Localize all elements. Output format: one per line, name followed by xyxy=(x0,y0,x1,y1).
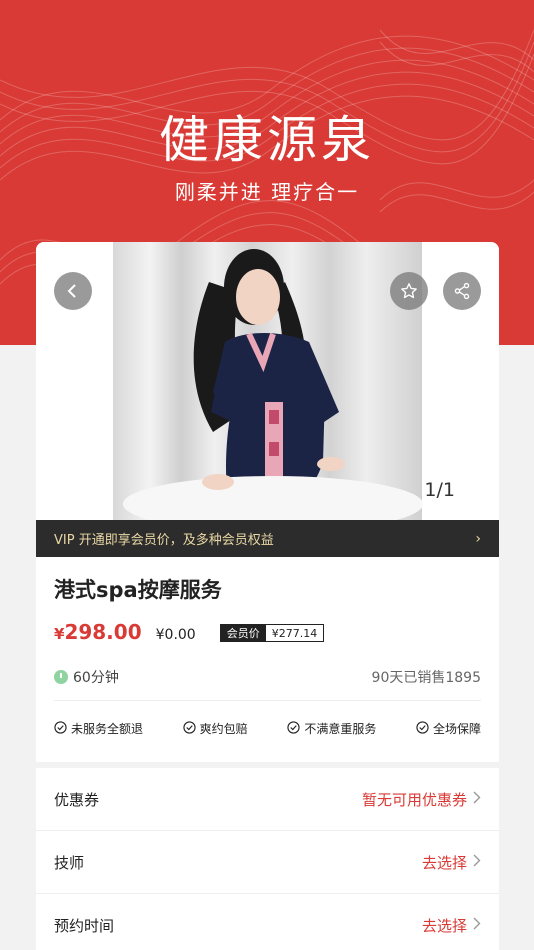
duration-text: 60分钟 xyxy=(73,670,119,686)
original-price: ¥0.00 xyxy=(155,627,196,643)
share-button[interactable] xyxy=(443,272,481,310)
clock-icon xyxy=(54,670,68,684)
check-circle-icon xyxy=(183,720,200,737)
vip-text: VIP 开通即享会员价，及多种会员权益 xyxy=(54,533,274,548)
product-card: 1/1 VIP 开通即享会员价，及多种会员权益 › 港式spa按摩服务 ¥298… xyxy=(36,242,499,950)
therapist-illustration xyxy=(123,249,422,520)
guarantee-label: 全场保障 xyxy=(432,722,481,736)
appointment-time-value: 去选择 xyxy=(422,915,481,936)
member-price-label: 会员价 xyxy=(220,625,266,641)
vip-banner[interactable]: VIP 开通即享会员价，及多种会员权益 › xyxy=(36,520,499,557)
chevron-left-icon xyxy=(65,283,81,299)
product-gallery[interactable]: 1/1 xyxy=(36,242,499,520)
guarantee-item: 全场保障 xyxy=(416,720,481,737)
star-icon xyxy=(400,282,418,300)
guarantee-list: 未服务全额退 爽约包赔 不满意重服务 全场保障 xyxy=(54,720,481,737)
coupon-label: 优惠券 xyxy=(54,790,100,809)
technician-value: 去选择 xyxy=(422,852,481,873)
coupon-value-text: 暂无可用优惠券 xyxy=(361,790,467,809)
coupon-row[interactable]: 优惠券 暂无可用优惠券 xyxy=(36,768,499,830)
sale-price: ¥298.00 xyxy=(54,620,142,644)
hero-title: 健康源泉 xyxy=(159,111,375,169)
divider xyxy=(54,700,481,701)
check-circle-icon xyxy=(416,720,433,737)
technician-value-text: 去选择 xyxy=(421,853,467,872)
guarantee-label: 未服务全额退 xyxy=(71,722,144,736)
member-price-badge: 会员价 ¥277.14 xyxy=(219,624,325,642)
technician-label: 技师 xyxy=(54,853,85,872)
price-row: ¥298.00 ¥0.00 会员价 ¥277.14 xyxy=(54,620,325,644)
sales-count: 90天已销售1895 xyxy=(371,670,481,686)
guarantee-item: 爽约包赔 xyxy=(183,720,248,737)
chevron-right-icon xyxy=(467,916,481,934)
chevron-right-icon xyxy=(467,853,481,871)
technician-row[interactable]: 技师 去选择 xyxy=(36,831,499,893)
appointment-time-label: 预约时间 xyxy=(54,916,115,935)
appointment-time-row[interactable]: 预约时间 去选择 xyxy=(36,894,499,950)
guarantee-label: 爽约包赔 xyxy=(199,722,248,736)
guarantee-item: 未服务全额退 xyxy=(54,720,143,737)
duration: 60分钟 xyxy=(54,667,119,687)
chevron-right-icon xyxy=(467,790,481,808)
product-photo xyxy=(113,242,422,520)
member-price-value: ¥277.14 xyxy=(271,626,318,640)
coupon-value: 暂无可用优惠券 xyxy=(362,789,481,810)
currency-symbol: ¥ xyxy=(54,625,65,643)
check-circle-icon xyxy=(54,720,71,737)
guarantee-item: 不满意重服务 xyxy=(287,720,376,737)
chevron-right-icon: › xyxy=(475,530,481,547)
back-button[interactable] xyxy=(54,272,92,310)
appointment-time-value-text: 去选择 xyxy=(421,916,467,935)
product-title: 港式spa按摩服务 xyxy=(54,578,222,602)
sale-price-value: 298.00 xyxy=(64,620,142,644)
check-circle-icon xyxy=(287,720,304,737)
share-icon xyxy=(453,282,471,300)
guarantee-label: 不满意重服务 xyxy=(304,722,377,736)
gallery-counter: 1/1 xyxy=(424,479,455,501)
hero-subtitle: 刚柔并进 理疗合一 xyxy=(174,180,360,204)
favorite-button[interactable] xyxy=(390,272,428,310)
